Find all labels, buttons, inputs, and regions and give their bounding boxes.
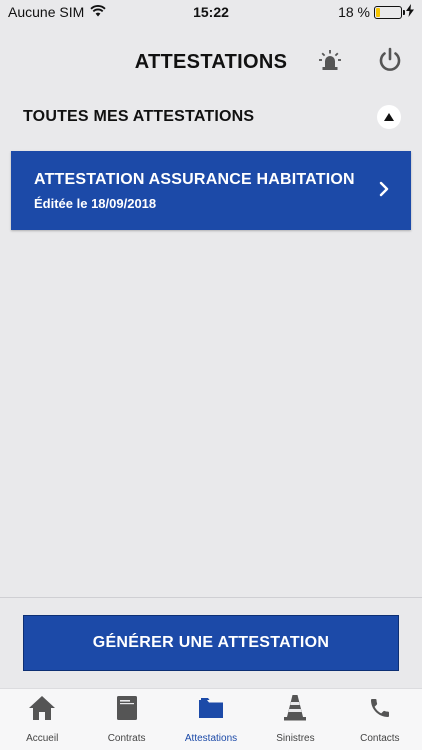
phone-icon bbox=[365, 693, 395, 723]
charging-icon bbox=[406, 4, 414, 20]
tab-label: Contrats bbox=[107, 733, 146, 744]
contract-icon bbox=[112, 693, 142, 723]
divider bbox=[0, 597, 422, 598]
tab-contacts[interactable]: Contacts bbox=[338, 689, 422, 750]
tab-contrats[interactable]: Contrats bbox=[84, 689, 168, 750]
emergency-button[interactable] bbox=[310, 42, 350, 82]
tab-attestations[interactable]: Attestations bbox=[169, 689, 253, 750]
app-header: ATTESTATIONS bbox=[0, 24, 422, 100]
collapse-button[interactable] bbox=[377, 105, 401, 129]
tab-label: Contacts bbox=[360, 733, 400, 744]
cone-icon bbox=[280, 693, 310, 723]
generate-attestation-button[interactable]: GÉNÉRER UNE ATTESTATION bbox=[23, 615, 399, 671]
carrier-label: Aucune SIM bbox=[8, 4, 85, 20]
tab-sinistres[interactable]: Sinistres bbox=[253, 689, 337, 750]
tab-label: Attestations bbox=[184, 733, 238, 744]
wifi-icon bbox=[90, 4, 106, 20]
power-icon bbox=[377, 47, 403, 78]
page-title: ATTESTATIONS bbox=[134, 50, 288, 73]
status-left: Aucune SIM bbox=[8, 4, 106, 20]
battery-icon bbox=[374, 5, 405, 19]
alarm-light-icon bbox=[318, 48, 342, 77]
status-right: 18 % bbox=[338, 4, 414, 20]
tab-accueil[interactable]: Accueil bbox=[0, 689, 84, 750]
tab-bar: Accueil Contrats Attestations Sinistres … bbox=[0, 688, 422, 750]
attestation-title: ATTESTATION ASSURANCE HABITATION bbox=[34, 171, 355, 188]
home-icon bbox=[27, 693, 57, 723]
section-title: TOUTES MES ATTESTATIONS bbox=[23, 108, 255, 125]
tab-label: Accueil bbox=[26, 733, 59, 744]
battery-fill bbox=[376, 7, 381, 17]
section-header: TOUTES MES ATTESTATIONS bbox=[0, 100, 422, 134]
chevron-right-icon bbox=[379, 181, 389, 202]
battery-percent: 18 % bbox=[338, 4, 370, 20]
folder-icon bbox=[196, 693, 226, 723]
attestation-date: Éditée le 18/09/2018 bbox=[34, 196, 157, 211]
status-bar: Aucune SIM 15:22 18 % bbox=[0, 0, 422, 24]
logout-button[interactable] bbox=[370, 42, 410, 82]
attestation-card[interactable]: ATTESTATION ASSURANCE HABITATION Éditée … bbox=[11, 151, 411, 230]
tab-label: Sinistres bbox=[276, 733, 315, 744]
triangle-up-icon bbox=[384, 108, 394, 126]
